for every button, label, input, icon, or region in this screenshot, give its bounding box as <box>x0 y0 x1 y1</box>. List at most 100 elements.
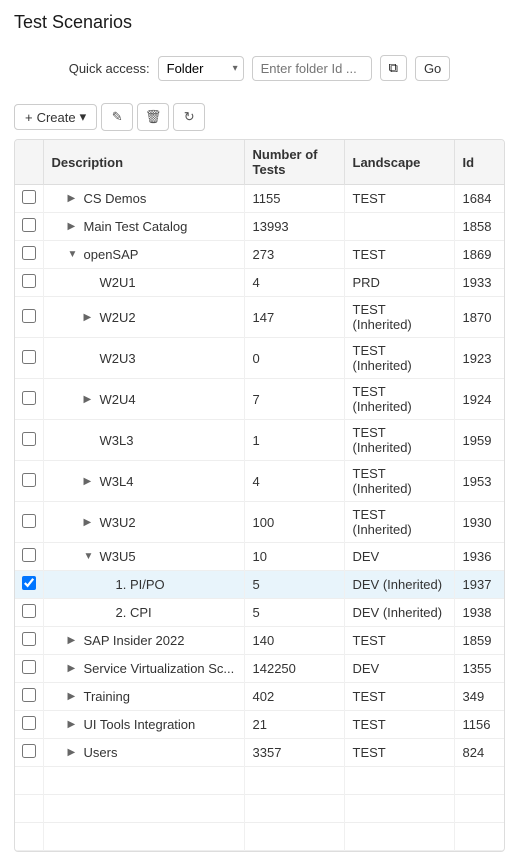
copy-button[interactable]: ⧉ <box>380 55 407 81</box>
row-description-text: W2U1 <box>100 275 136 290</box>
row-checkbox[interactable] <box>22 190 36 204</box>
row-description-cell: 2. CPI <box>43 599 244 627</box>
row-checkbox-cell <box>15 269 43 297</box>
row-checkbox[interactable] <box>22 660 36 674</box>
row-landscape: TEST <box>344 683 454 711</box>
expand-right-icon[interactable]: ▶ <box>68 635 80 646</box>
expand-right-icon[interactable]: ▶ <box>68 221 80 232</box>
row-checkbox[interactable] <box>22 604 36 618</box>
row-checkbox[interactable] <box>22 632 36 646</box>
empty-row <box>15 767 504 795</box>
folder-select-wrapper: Folder Scenario ▾ <box>158 56 244 81</box>
row-checkbox[interactable] <box>22 473 36 487</box>
expand-right-icon[interactable]: ▶ <box>68 691 80 702</box>
row-description-text: Training <box>84 689 130 704</box>
go-button[interactable]: Go <box>415 56 450 81</box>
table-row: ▶W3L44TEST (Inherited)1953 <box>15 461 504 502</box>
header-checkbox-cell <box>15 140 43 185</box>
row-checkbox-cell <box>15 297 43 338</box>
row-description-text: UI Tools Integration <box>84 717 196 732</box>
table-row: ▼openSAP273TEST1869 <box>15 241 504 269</box>
edit-button[interactable]: ✎ <box>101 103 133 131</box>
row-description-text: 2. CPI <box>116 605 152 620</box>
row-id: 1938 <box>454 599 504 627</box>
row-id: 1859 <box>454 627 504 655</box>
row-checkbox-cell <box>15 571 43 599</box>
row-checkbox[interactable] <box>22 391 36 405</box>
row-landscape: TEST (Inherited) <box>344 420 454 461</box>
row-description-cell: ▶ Training <box>43 683 244 711</box>
row-checkbox[interactable] <box>22 688 36 702</box>
row-id: 1869 <box>454 241 504 269</box>
table-row: W2U14PRD1933 <box>15 269 504 297</box>
create-dropdown-icon: ▾ <box>80 109 87 125</box>
quick-access-bar: Quick access: Folder Scenario ▾ ⧉ Go <box>14 47 505 89</box>
row-checkbox-cell <box>15 420 43 461</box>
row-checkbox[interactable] <box>22 514 36 528</box>
row-description-cell: ▼openSAP <box>43 241 244 269</box>
row-checkbox-cell <box>15 379 43 420</box>
expand-right-icon[interactable]: ▶ <box>68 719 80 730</box>
row-description-cell: ▶SAP Insider 2022 <box>43 627 244 655</box>
refresh-icon: ↻ <box>184 109 195 125</box>
row-checkbox[interactable] <box>22 218 36 232</box>
folder-select[interactable]: Folder Scenario <box>158 56 244 81</box>
row-description-text: W2U4 <box>100 392 136 407</box>
expand-right-icon[interactable]: ▶ <box>84 476 96 487</box>
expand-right-icon[interactable]: ▶ <box>84 394 96 405</box>
row-landscape: TEST (Inherited) <box>344 379 454 420</box>
row-landscape: DEV (Inherited) <box>344 599 454 627</box>
row-description-text: W3L3 <box>100 433 134 448</box>
row-checkbox[interactable] <box>22 716 36 730</box>
expand-right-icon[interactable]: ▶ <box>68 193 80 204</box>
expand-down-icon[interactable]: ▼ <box>84 551 96 562</box>
row-checkbox-cell <box>15 683 43 711</box>
row-description-text: Main Test Catalog <box>84 219 188 234</box>
table-row: 1. PI/PO5DEV (Inherited)1937 <box>15 571 504 599</box>
row-description-cell: ▶ W2U4 <box>43 379 244 420</box>
row-checkbox[interactable] <box>22 576 36 590</box>
row-num-tests: 13993 <box>244 213 344 241</box>
row-landscape: DEV (Inherited) <box>344 571 454 599</box>
row-description-cell: W2U3 <box>43 338 244 379</box>
create-icon: + <box>25 110 33 125</box>
row-num-tests: 10 <box>244 543 344 571</box>
row-landscape: TEST (Inherited) <box>344 461 454 502</box>
row-description-text: W2U3 <box>100 351 136 366</box>
delete-icon: 🗑 <box>145 109 162 125</box>
expand-right-icon[interactable]: ▶ <box>84 517 96 528</box>
expand-right-icon[interactable]: ▶ <box>68 747 80 758</box>
row-checkbox[interactable] <box>22 246 36 260</box>
header-landscape: Landscape <box>344 140 454 185</box>
row-num-tests: 1 <box>244 420 344 461</box>
row-checkbox[interactable] <box>22 432 36 446</box>
row-checkbox-cell <box>15 213 43 241</box>
row-num-tests: 4 <box>244 461 344 502</box>
expand-right-icon[interactable]: ▶ <box>84 312 96 323</box>
table-container: Description Number of Tests Landscape Id… <box>14 139 505 852</box>
row-landscape <box>344 213 454 241</box>
expand-right-icon[interactable]: ▶ <box>68 663 80 674</box>
row-description-text: CS Demos <box>84 191 147 206</box>
table-row: ▶Training402TEST349 <box>15 683 504 711</box>
create-label: Create <box>37 110 76 125</box>
row-checkbox[interactable] <box>22 548 36 562</box>
row-description-cell: W3L3 <box>43 420 244 461</box>
refresh-button[interactable]: ↻ <box>173 103 205 131</box>
create-button[interactable]: + Create ▾ <box>14 104 97 130</box>
delete-button[interactable]: 🗑 <box>137 103 169 131</box>
row-description-cell: W2U1 <box>43 269 244 297</box>
row-landscape: DEV <box>344 655 454 683</box>
row-landscape: TEST (Inherited) <box>344 502 454 543</box>
row-checkbox[interactable] <box>22 350 36 364</box>
row-checkbox[interactable] <box>22 274 36 288</box>
row-landscape: TEST (Inherited) <box>344 297 454 338</box>
row-checkbox-cell <box>15 185 43 213</box>
row-landscape: TEST <box>344 241 454 269</box>
table-row: ▶Service Virtualization Sc...142250DEV13… <box>15 655 504 683</box>
expand-down-icon[interactable]: ▼ <box>68 249 80 260</box>
row-checkbox[interactable] <box>22 744 36 758</box>
row-checkbox[interactable] <box>22 309 36 323</box>
row-description-text: W3U2 <box>100 515 136 530</box>
folder-id-input[interactable] <box>252 56 372 81</box>
